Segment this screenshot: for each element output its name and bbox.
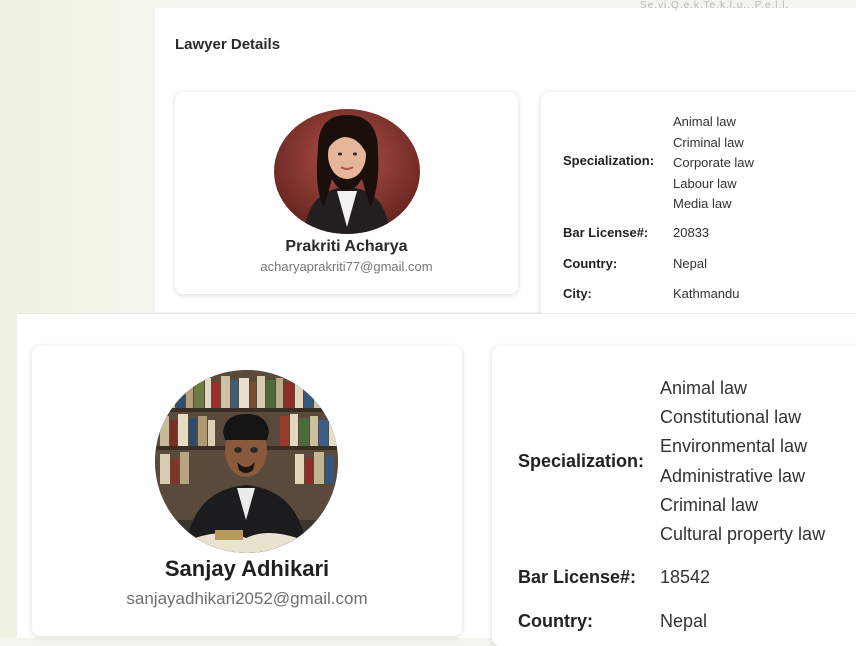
country-label: Country: xyxy=(518,611,593,631)
lawyer-email[interactable]: sanjayadhikari2052@gmail.com xyxy=(32,589,462,609)
country-value: Nepal xyxy=(660,611,708,631)
specialization-list: Animal law Constitutional law Environmen… xyxy=(660,374,825,549)
bar-license-label: Bar License#: xyxy=(518,567,637,587)
specialization-item: Corporate law xyxy=(673,155,754,170)
avatar-photo xyxy=(155,370,338,553)
lawyer-email[interactable]: acharyaprakriti77@gmail.com xyxy=(175,259,518,274)
city-value: Kathmandu xyxy=(673,286,740,301)
bar-license-value: 20833 xyxy=(673,225,710,240)
avatar-photo xyxy=(274,109,420,234)
specialization-item: Criminal law xyxy=(673,134,744,150)
specialization-item: Constitutional law xyxy=(660,407,802,428)
city-label: City: xyxy=(563,286,592,301)
specialization-item: Cultural property law xyxy=(660,524,826,545)
specialization-item: Environmental law xyxy=(660,436,808,457)
avatar xyxy=(274,109,420,234)
section-title: Lawyer Details xyxy=(175,36,281,53)
specialization-item: Animal law xyxy=(660,378,748,398)
country-label: Country: xyxy=(563,256,618,271)
specialization-list: Animal law Criminal law Corporate law La… xyxy=(673,112,754,215)
lawyer-name: Sanjay Adhikari xyxy=(164,556,330,581)
specialization-label: Specialization: xyxy=(563,153,655,168)
specialization-item: Animal law xyxy=(673,114,736,129)
faded-header-text: Se.vi.Q.e.k.Te.k.l.u...P.e.l.l. xyxy=(640,0,790,11)
bar-license-value: 18542 xyxy=(660,567,711,587)
specialization-item: Administrative law xyxy=(660,465,806,486)
specialization-item: Labour law xyxy=(673,175,737,191)
country-value: Nepal xyxy=(673,256,707,271)
bar-license-label: Bar License#: xyxy=(563,225,649,240)
specialization-item: Criminal law xyxy=(660,494,759,515)
specialization-label: Specialization: xyxy=(518,451,645,471)
lawyer-name: Prakriti Acharya xyxy=(285,238,408,255)
specialization-item: Media law xyxy=(673,196,732,211)
avatar xyxy=(155,370,338,553)
